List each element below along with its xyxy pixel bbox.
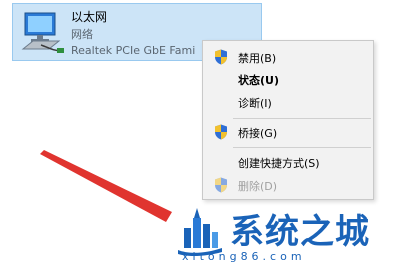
menu-item-create-shortcut[interactable]: 创建快捷方式(S) <box>203 151 373 173</box>
uac-shield-icon <box>215 177 227 193</box>
menu-item-label: 桥接(G) <box>238 127 278 140</box>
network-adapter-icon <box>21 12 64 53</box>
menu-item-label: 禁用(B) <box>238 52 277 65</box>
watermark-domain: xitong86.com <box>182 250 306 263</box>
adapter-device: Realtek PCIe GbE Fami <box>71 44 196 57</box>
adapter-name: 以太网 <box>71 10 108 24</box>
menu-item-label: 删除(D) <box>238 180 278 193</box>
uac-shield-icon <box>215 124 227 140</box>
menu-separator <box>233 118 371 119</box>
menu-item-bridge[interactable]: 桥接(G) <box>203 121 373 143</box>
watermark-logo: 系统之城 xitong86.com <box>168 198 413 268</box>
watermark-title: 系统之城 <box>230 212 370 252</box>
menu-item-delete: 删除(D) <box>203 174 373 196</box>
context-menu: 禁用(B) 状态(U) 诊断(I) 桥接(G) 创建快捷方式(S) 删除(D) <box>202 40 374 200</box>
adapter-status: 网络 <box>71 28 93 41</box>
city-logo-icon <box>178 208 222 256</box>
menu-item-disable[interactable]: 禁用(B) <box>203 46 373 68</box>
menu-separator <box>233 147 371 148</box>
menu-item-label: 诊断(I) <box>238 97 272 110</box>
menu-item-diagnose[interactable]: 诊断(I) <box>203 91 373 113</box>
menu-item-status[interactable]: 状态(U) <box>203 68 373 90</box>
menu-item-label: 状态(U) <box>238 74 279 87</box>
uac-shield-icon <box>215 49 227 65</box>
menu-item-label: 创建快捷方式(S) <box>238 157 320 170</box>
